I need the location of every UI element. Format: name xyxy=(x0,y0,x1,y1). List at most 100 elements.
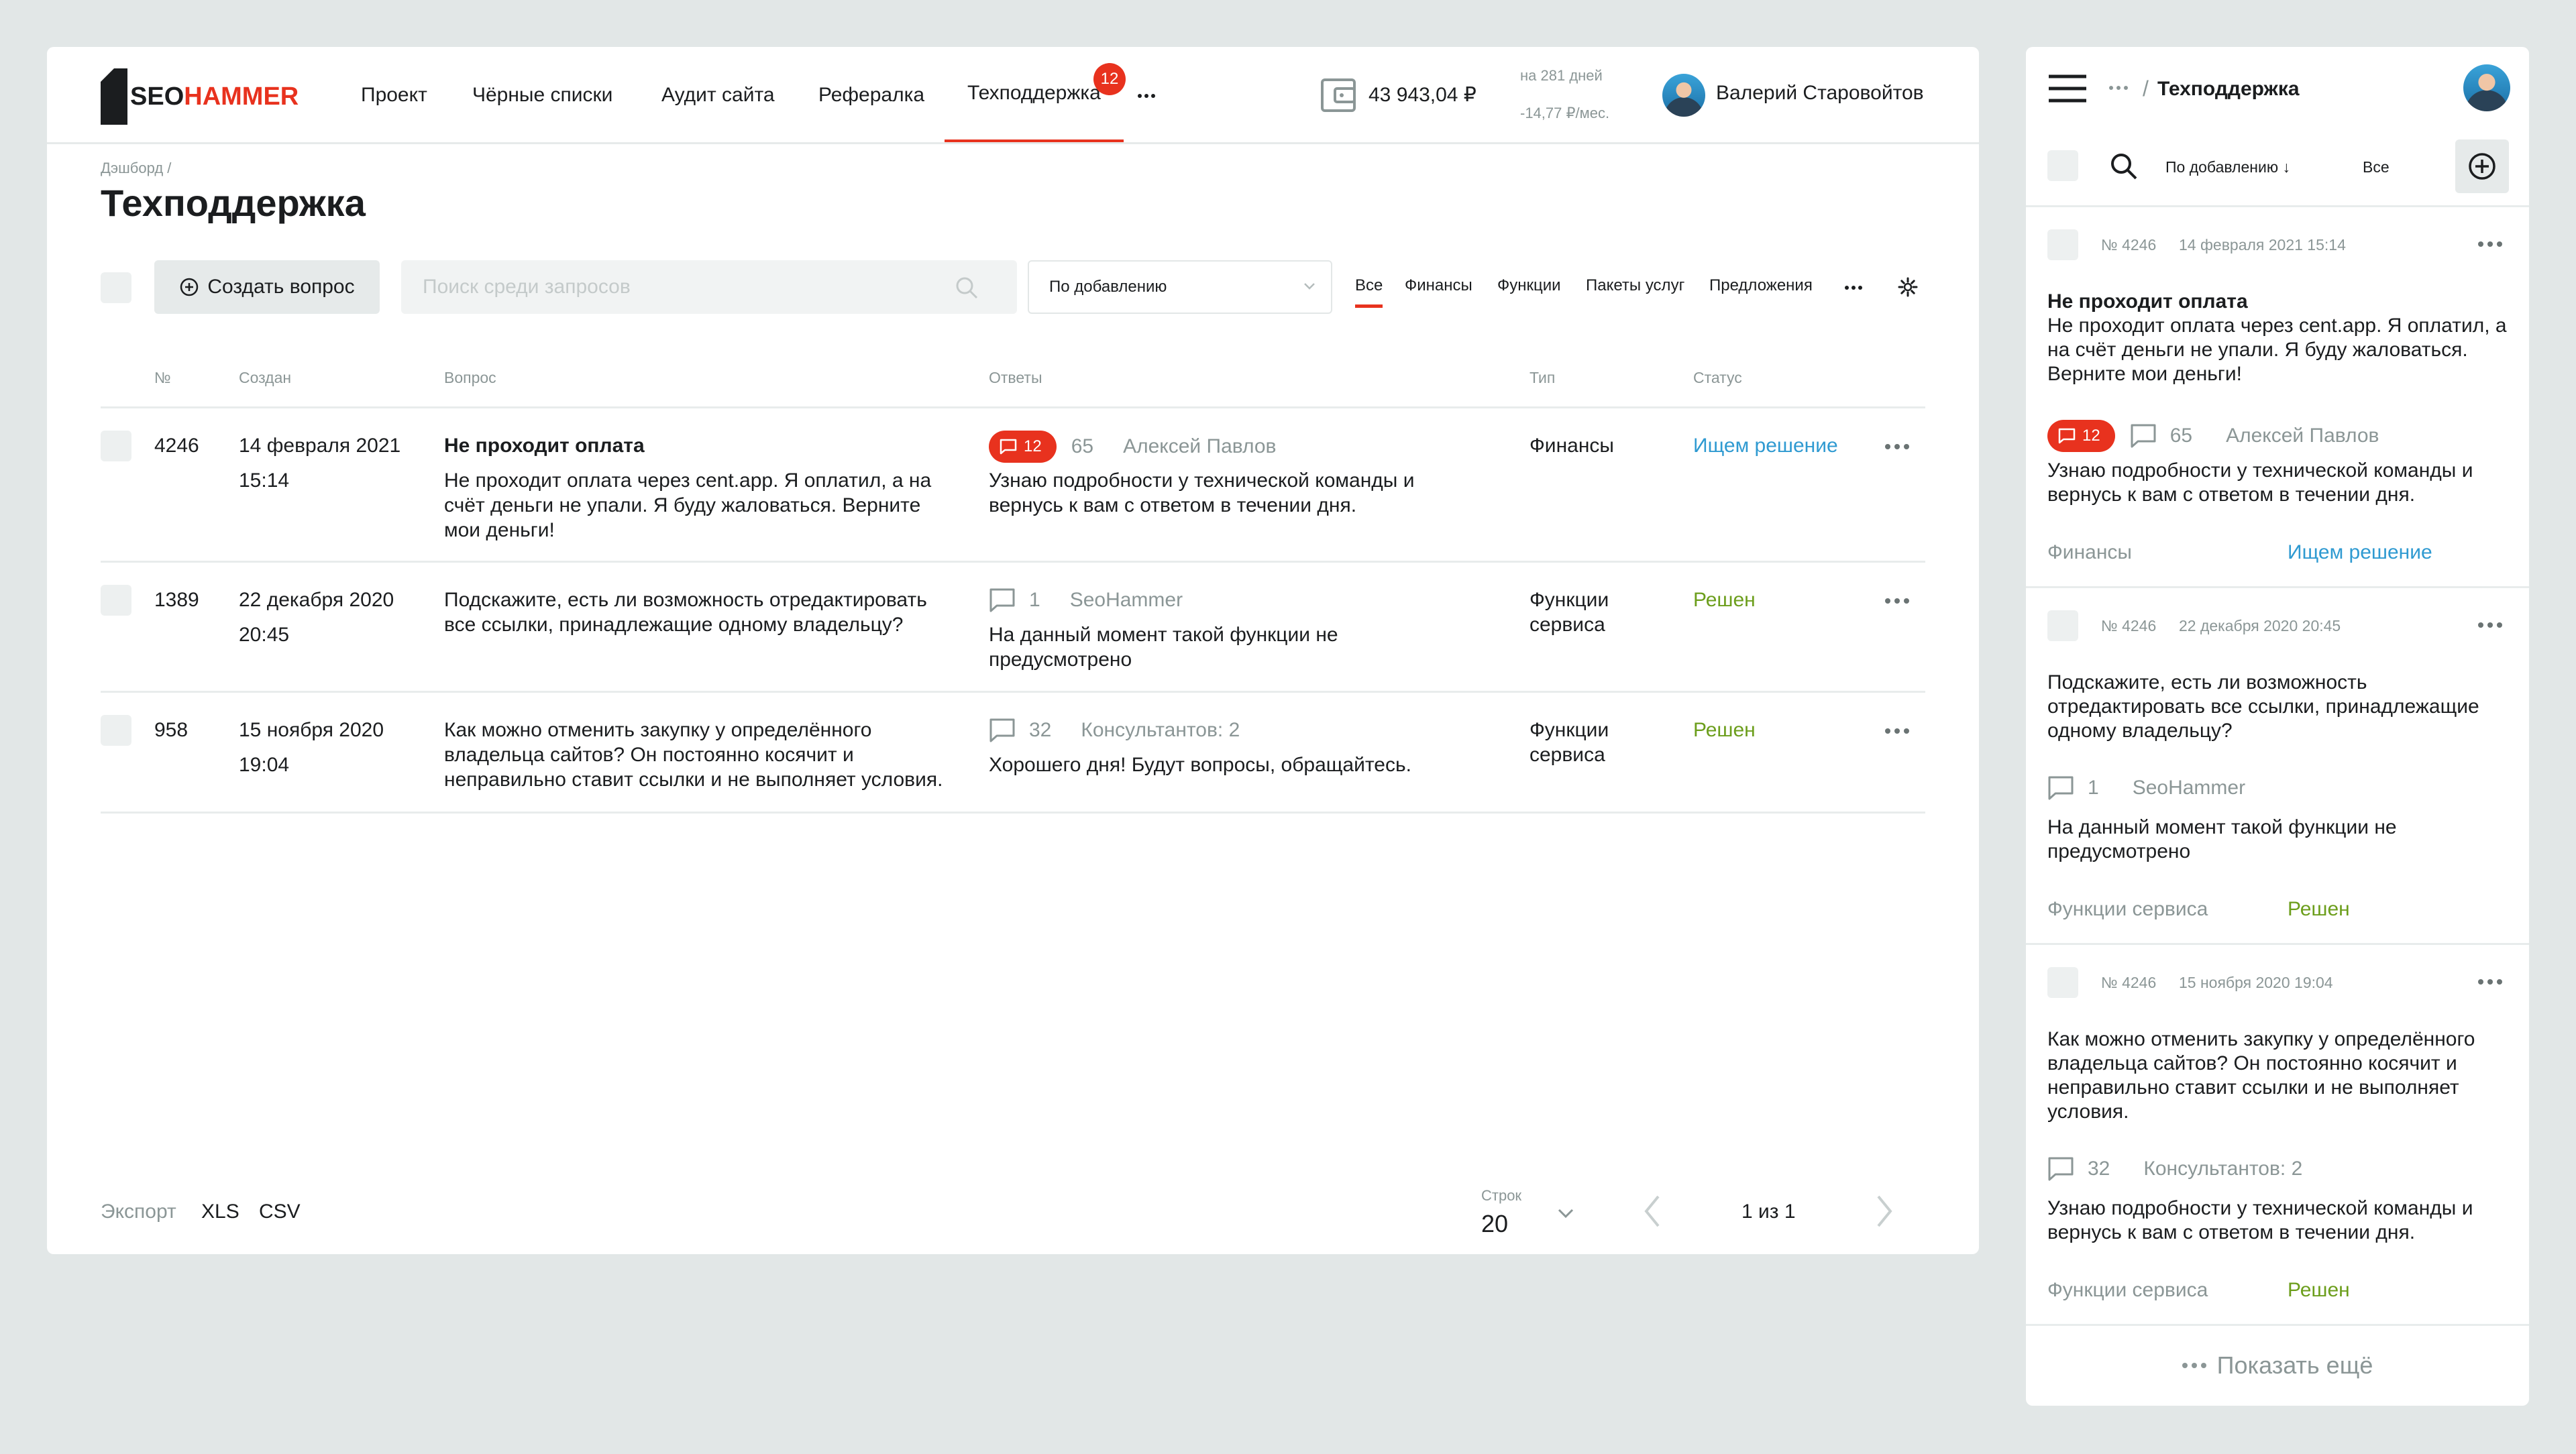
sort-select[interactable]: По добавлению xyxy=(1028,260,1332,314)
filter-more-icon[interactable] xyxy=(1845,286,1862,290)
answers-count: 1 xyxy=(1029,589,1040,611)
prev-page-icon[interactable] xyxy=(1641,1194,1664,1229)
card-answer-line2: предусмотрено xyxy=(2047,840,2191,862)
card-question-line1: Не проходит оплата через cent.app. Я опл… xyxy=(2047,315,2507,337)
logo[interactable]: SEO HAMMER xyxy=(101,68,299,125)
page-title: Техподдержка xyxy=(101,182,366,224)
row-question-line2: все ссылки, принадлежащие одному владель… xyxy=(444,614,904,636)
rows-per-page-label: Строк xyxy=(1481,1187,1522,1204)
row-answer-line2: предусмотрено xyxy=(989,649,1132,671)
card-answer-line2: вернусь к вам с ответом в течении дня. xyxy=(2047,484,2416,506)
breadcrumb[interactable]: Дэшборд / xyxy=(101,160,171,177)
breadcrumb-separator: / xyxy=(2143,76,2149,101)
row-more-icon[interactable] xyxy=(1885,728,1909,734)
comment-icon xyxy=(2048,1157,2074,1181)
row-question-line1[interactable]: Подскажите, есть ли возможность отредакт… xyxy=(444,588,927,612)
row-answer-line1: Хорошего дня! Будут вопросы, обращайтесь… xyxy=(989,754,1411,776)
filter-tab-functions[interactable]: Функции xyxy=(1497,276,1561,304)
card-answer-line2: вернусь к вам с ответом в течении дня. xyxy=(2047,1221,2416,1243)
nav-more-icon[interactable] xyxy=(1138,94,1155,98)
export-label: Экспорт xyxy=(101,1200,176,1223)
card-question-line1[interactable]: Подскажите, есть ли возможность xyxy=(2047,671,2367,695)
unread-count: 12 xyxy=(2082,427,2100,445)
logo-mark xyxy=(101,68,127,125)
card-number: № 4246 xyxy=(2101,617,2157,634)
filter-tab-finance[interactable]: Финансы xyxy=(1405,276,1472,304)
user-name[interactable]: Валерий Старовойтов xyxy=(1716,82,1924,105)
next-page-icon[interactable] xyxy=(1873,1194,1896,1229)
logo-text-hammer: HAMMER xyxy=(184,82,299,111)
mobile-toolbar-divider xyxy=(2026,205,2529,207)
card-type: Финансы xyxy=(2047,541,2132,563)
search-icon[interactable] xyxy=(954,275,979,300)
card-more-icon[interactable] xyxy=(2478,979,2502,985)
unread-count: 12 xyxy=(1024,437,1042,455)
row-date: 14 февраля 2021 xyxy=(239,435,401,457)
export-csv-link[interactable]: CSV xyxy=(259,1200,301,1223)
nav-support-badge: 12 xyxy=(1093,63,1126,95)
card-more-icon[interactable] xyxy=(2478,241,2502,247)
card-question-line1[interactable]: Как можно отменить закупку у определённо… xyxy=(2047,1027,2475,1052)
nav-support[interactable]: Техподдержка xyxy=(945,47,1124,144)
card-answers-meta: 32 Консультантов: 2 xyxy=(2047,1156,2302,1182)
mobile-search-icon[interactable] xyxy=(2109,152,2139,181)
nav-project[interactable]: Проект xyxy=(361,47,427,144)
unread-badge[interactable]: 12 xyxy=(2047,420,2115,452)
comment-icon xyxy=(1000,439,1017,455)
answer-author: Консультантов: 2 xyxy=(1081,719,1240,741)
nav-site-audit[interactable]: Аудит сайта xyxy=(661,47,775,144)
balance-days: на 281 дней xyxy=(1520,67,1603,84)
rows-chevron-down-icon[interactable] xyxy=(1556,1207,1575,1219)
mobile-select-all-checkbox[interactable] xyxy=(2047,150,2078,181)
user-avatar[interactable] xyxy=(1662,74,1705,117)
row-answer-line2: вернусь к вам с ответом в течении дня. xyxy=(989,494,1357,516)
col-header-type: Тип xyxy=(1529,369,1556,386)
rows-per-page-value[interactable]: 20 xyxy=(1481,1210,1508,1238)
comment-icon xyxy=(2048,776,2074,800)
row-question-line1[interactable]: Как можно отменить закупку у определённо… xyxy=(444,718,871,742)
create-question-button[interactable]: Создать вопрос xyxy=(154,260,380,314)
row-question-line1: Не проходит оплата через cent.app. Я опл… xyxy=(444,469,932,492)
balance-per-month: -14,77 ₽/мес. xyxy=(1520,105,1610,121)
row-checkbox[interactable] xyxy=(101,715,131,746)
card-type: Функции сервиса xyxy=(2047,1279,2208,1301)
card-checkbox[interactable] xyxy=(2047,610,2078,641)
export-xls-link[interactable]: XLS xyxy=(201,1200,239,1223)
card-answers-meta: 12 65 Алексей Павлов xyxy=(2047,420,2379,452)
filter-tab-packages[interactable]: Пакеты услуг xyxy=(1586,276,1684,304)
filter-tab-offers[interactable]: Предложения xyxy=(1709,276,1813,304)
comment-icon xyxy=(2131,424,2156,448)
card-checkbox[interactable] xyxy=(2047,967,2078,998)
row-checkbox[interactable] xyxy=(101,585,131,616)
col-header-status: Статус xyxy=(1693,369,1742,386)
row-question-title[interactable]: Не проходит оплата xyxy=(444,433,645,458)
card-title[interactable]: Не проходит оплата xyxy=(2047,290,2248,314)
row-checkbox[interactable] xyxy=(101,431,131,461)
card-checkbox[interactable] xyxy=(2047,229,2078,260)
card-more-icon[interactable] xyxy=(2478,622,2502,628)
breadcrumb-more-icon[interactable] xyxy=(2109,86,2128,90)
row-answers-meta: 1 SeoHammer xyxy=(989,588,1183,613)
menu-icon[interactable] xyxy=(2047,74,2088,103)
show-more-dots-icon xyxy=(2182,1363,2206,1368)
row-status: Ищем решение xyxy=(1693,435,1838,457)
gear-icon[interactable] xyxy=(1897,276,1919,298)
mobile-user-avatar[interactable] xyxy=(2463,64,2510,111)
nav-blacklists[interactable]: Чёрные списки xyxy=(472,47,612,144)
wallet-icon[interactable] xyxy=(1320,78,1356,113)
header-divider xyxy=(47,142,1979,144)
nav-referral[interactable]: Рефералка xyxy=(818,47,924,144)
mobile-sort-select[interactable]: По добавлению ↓ xyxy=(2165,158,2290,176)
show-more-label: Показать ещё xyxy=(2216,1351,2373,1379)
row-more-icon[interactable] xyxy=(1885,598,1909,604)
mobile-add-button[interactable] xyxy=(2455,139,2509,193)
row-question-line2: счёт деньги не упали. Я буду жаловаться.… xyxy=(444,494,921,516)
search-input[interactable] xyxy=(401,260,1017,314)
mobile-filter-select[interactable]: Все xyxy=(2363,158,2390,176)
card-answer-line1: Узнаю подробности у технической команды … xyxy=(2047,1197,2473,1219)
unread-badge[interactable]: 12 xyxy=(989,431,1057,463)
select-all-checkbox[interactable] xyxy=(101,272,131,303)
show-more-button[interactable]: Показать ещё xyxy=(2026,1325,2529,1406)
filter-tab-all[interactable]: Все xyxy=(1355,276,1383,308)
row-more-icon[interactable] xyxy=(1885,444,1909,449)
